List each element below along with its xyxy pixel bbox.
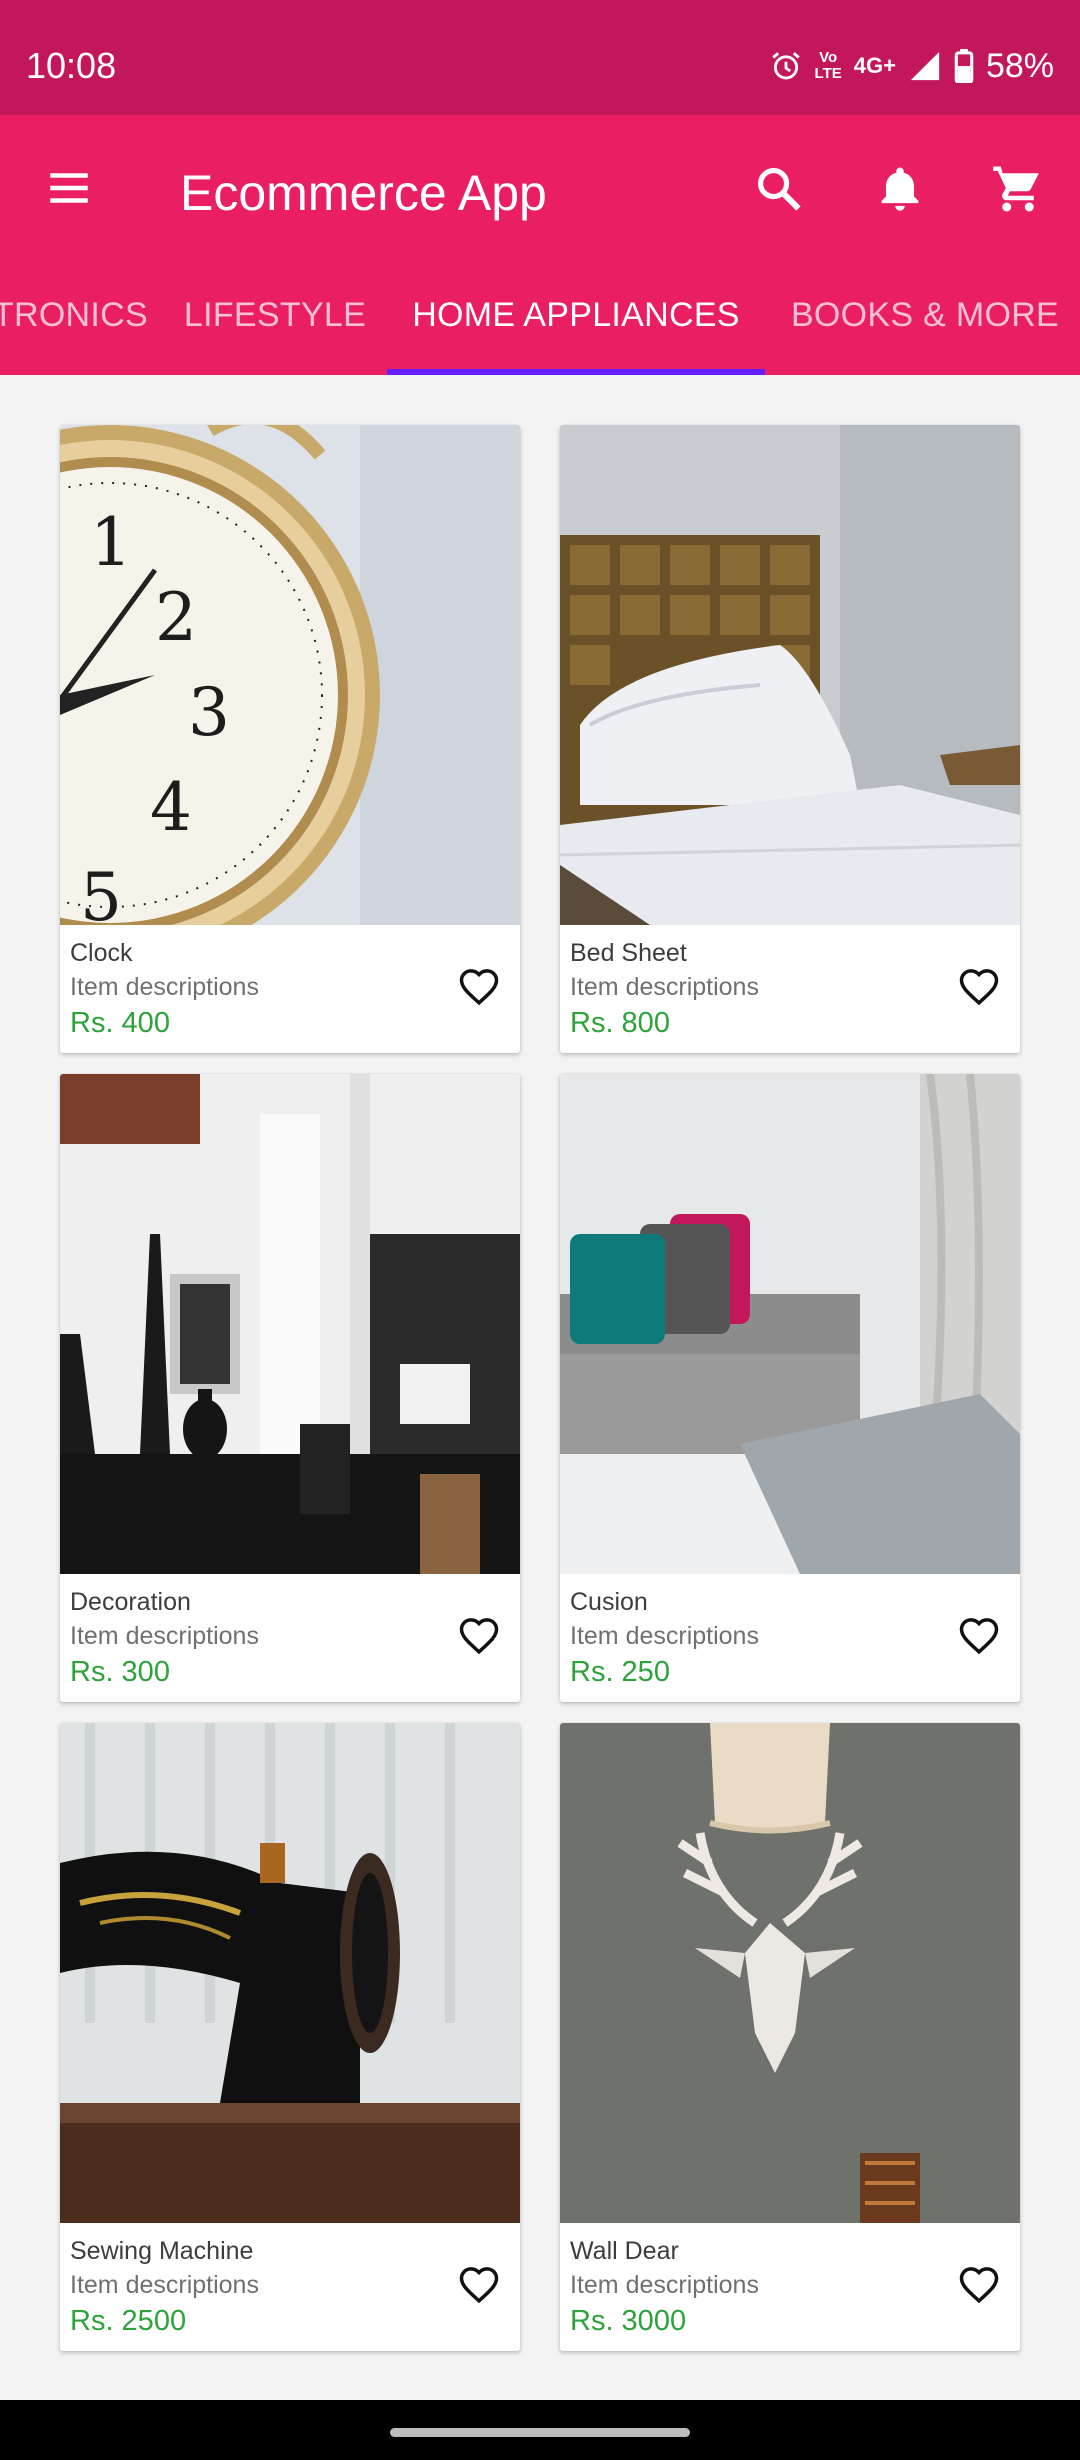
product-card-clock[interactable]: 1 2 3 4 5 Clock Item descriptions Rs. 40… xyxy=(60,425,520,1053)
toolbar: Ecommerce App xyxy=(0,115,1080,255)
heart-outline-icon xyxy=(459,2267,499,2304)
menu-icon xyxy=(50,173,88,203)
battery-icon xyxy=(954,49,974,83)
system-navigation-bar xyxy=(0,2400,1080,2460)
app-title: Ecommerce App xyxy=(180,165,547,221)
search-icon xyxy=(757,167,801,211)
product-description: Item descriptions xyxy=(70,973,259,1001)
product-name: Bed Sheet xyxy=(570,939,687,967)
product-price: Rs. 3000 xyxy=(570,2305,687,2337)
product-name: Wall Dear xyxy=(570,2237,679,2265)
tab-home-appliances[interactable]: HOME APPLIANCES xyxy=(387,255,765,375)
product-image-clock: 1 2 3 4 5 xyxy=(60,425,520,925)
volte-indicator: Vo LTE xyxy=(814,49,842,82)
product-name: Decoration xyxy=(70,1588,191,1616)
product-image-sewing-machine xyxy=(60,1723,520,2223)
battery-percent: 58% xyxy=(985,47,1054,85)
product-card-wall-dear[interactable]: Wall Dear Item descriptions Rs. 3000 xyxy=(560,1723,1020,2351)
svg-text:1: 1 xyxy=(90,504,132,581)
home-gesture-handle[interactable] xyxy=(390,2428,690,2437)
alarm-icon xyxy=(769,49,803,83)
svg-text:2: 2 xyxy=(155,579,197,656)
heart-outline-icon xyxy=(959,1618,999,1655)
product-description: Item descriptions xyxy=(570,973,759,1001)
product-card-cusion[interactable]: Cusion Item descriptions Rs. 250 xyxy=(560,1074,1020,1702)
notifications-button[interactable] xyxy=(864,153,936,225)
product-price: Rs. 2500 xyxy=(70,2305,187,2337)
tab-electronics[interactable]: TRONICS xyxy=(0,255,148,375)
product-price: Rs. 400 xyxy=(70,1007,170,1039)
category-tabs: TRONICS LIFESTYLE HOME APPLIANCES BOOKS … xyxy=(0,255,1080,375)
product-card-sewing-machine[interactable]: Sewing Machine Item descriptions Rs. 250… xyxy=(60,1723,520,2351)
product-price: Rs. 250 xyxy=(570,1656,670,1688)
favorite-button[interactable] xyxy=(454,1612,504,1662)
product-card-bed-sheet[interactable]: Bed Sheet Item descriptions Rs. 800 xyxy=(560,425,1020,1053)
product-description: Item descriptions xyxy=(70,2271,259,2299)
network-type: 4G+ xyxy=(853,53,896,78)
heart-outline-icon xyxy=(959,969,999,1006)
product-price: Rs. 800 xyxy=(570,1007,670,1039)
product-description: Item descriptions xyxy=(570,1622,759,1650)
tab-lifestyle[interactable]: LIFESTYLE xyxy=(175,255,375,375)
product-description: Item descriptions xyxy=(570,2271,759,2299)
cart-icon xyxy=(993,166,1039,212)
product-image-cusion xyxy=(560,1074,1020,1574)
product-price: Rs. 300 xyxy=(70,1656,170,1688)
svg-text:3: 3 xyxy=(188,674,230,751)
cart-button[interactable] xyxy=(982,153,1054,225)
product-name: Cusion xyxy=(570,1588,648,1616)
app-bar: Ecommerce App TRONICS LIFESTYLE HOME APP… xyxy=(0,115,1080,375)
status-time: 10:08 xyxy=(26,45,117,86)
product-image-decoration xyxy=(60,1074,520,1574)
status-icons: Vo LTE 4G+ 58% xyxy=(769,40,1054,92)
product-card-decoration[interactable]: Decoration Item descriptions Rs. 300 xyxy=(60,1074,520,1702)
signal-icon xyxy=(908,49,942,83)
favorite-button[interactable] xyxy=(954,1612,1004,1662)
heart-outline-icon xyxy=(459,1618,499,1655)
status-bar: 10:08 Vo LTE 4G+ 58% xyxy=(0,0,1080,115)
svg-text:4: 4 xyxy=(150,769,192,846)
bell-icon xyxy=(881,167,919,211)
product-image-bed-sheet xyxy=(560,425,1020,925)
search-button[interactable] xyxy=(743,153,815,225)
favorite-button[interactable] xyxy=(454,963,504,1013)
product-grid: 1 2 3 4 5 Clock Item descriptions Rs. 40… xyxy=(0,375,1080,2400)
favorite-button[interactable] xyxy=(954,963,1004,1013)
heart-outline-icon xyxy=(459,969,499,1006)
favorite-button[interactable] xyxy=(954,2261,1004,2311)
tab-books-and-more[interactable]: BOOKS & MORE xyxy=(780,255,1070,375)
svg-text:5: 5 xyxy=(80,859,122,925)
heart-outline-icon xyxy=(959,2267,999,2304)
favorite-button[interactable] xyxy=(454,2261,504,2311)
menu-button[interactable] xyxy=(36,155,102,221)
product-name: Sewing Machine xyxy=(70,2237,254,2265)
product-image-wall-dear xyxy=(560,1723,1020,2223)
product-name: Clock xyxy=(70,939,133,967)
product-description: Item descriptions xyxy=(70,1622,259,1650)
